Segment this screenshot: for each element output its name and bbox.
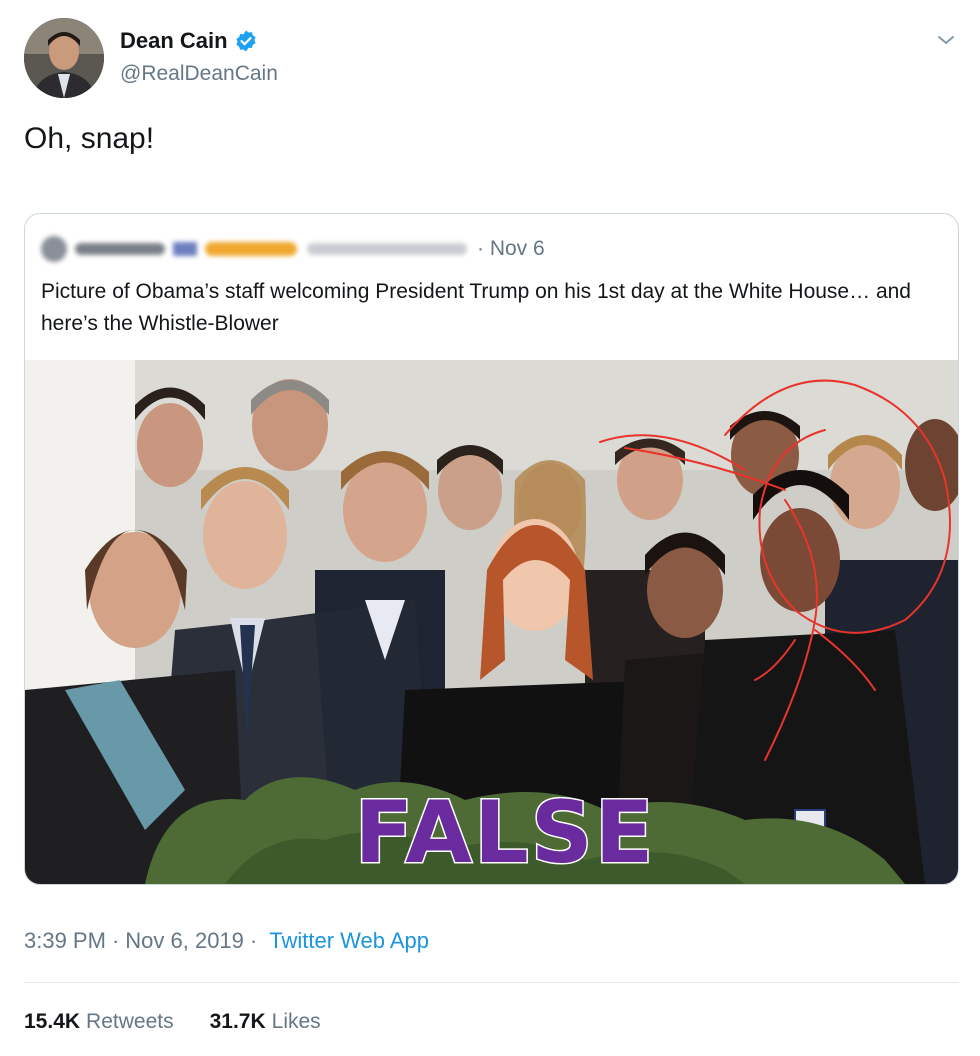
likes-stat[interactable]: 31.7K Likes xyxy=(210,1010,321,1034)
stars-icon xyxy=(205,242,297,256)
handle[interactable]: @RealDeanCain xyxy=(120,62,278,86)
retweets-label: Retweets xyxy=(86,1010,174,1033)
quoted-tweet-header: · Nov 6 xyxy=(41,234,545,264)
meta-separator: · xyxy=(111,928,120,953)
tweet-meta: 3:39 PM · Nov 6, 2019 · Twitter Web App xyxy=(24,928,429,954)
quoted-tweet-text: Picture of Obama’s staff welcoming Presi… xyxy=(41,280,911,335)
profile-photo-icon xyxy=(24,18,104,98)
blurred-name xyxy=(75,243,165,255)
meta-separator: · xyxy=(249,928,258,953)
blurred-handle xyxy=(307,243,467,255)
chevron-down-icon[interactable] xyxy=(934,28,958,52)
divider xyxy=(24,982,959,983)
tweet-date[interactable]: Nov 6, 2019 xyxy=(125,928,244,954)
tweet-time[interactable]: 3:39 PM xyxy=(24,928,106,954)
flag-icon xyxy=(173,242,197,256)
tweet-text: Oh, snap! xyxy=(24,122,155,155)
likes-label: Likes xyxy=(271,1010,321,1033)
retweets-count: 15.4K xyxy=(24,1010,81,1033)
display-name[interactable]: Dean Cain xyxy=(120,28,228,54)
blurred-user-info xyxy=(41,236,467,262)
verified-badge-icon xyxy=(235,30,256,52)
name-row: Dean Cain xyxy=(120,28,258,54)
blurred-avatar xyxy=(41,236,67,262)
false-overlay-label: FALSE xyxy=(353,783,656,883)
tweet-stats: 15.4K Retweets 31.7K Likes xyxy=(24,1010,357,1034)
avatar[interactable] xyxy=(24,18,104,98)
quoted-tweet-date[interactable]: · Nov 6 xyxy=(477,237,545,261)
retweets-stat[interactable]: 15.4K Retweets xyxy=(24,1010,174,1034)
likes-count: 31.7K xyxy=(209,1010,266,1033)
tweet-header: Dean Cain @RealDeanCain xyxy=(24,18,960,100)
quoted-tweet-image[interactable]: FALSE xyxy=(25,360,958,884)
tweet-source-link[interactable]: Twitter Web App xyxy=(269,928,429,954)
quoted-tweet[interactable]: · Nov 6 Picture of Obama’s staff welcomi… xyxy=(24,213,959,885)
